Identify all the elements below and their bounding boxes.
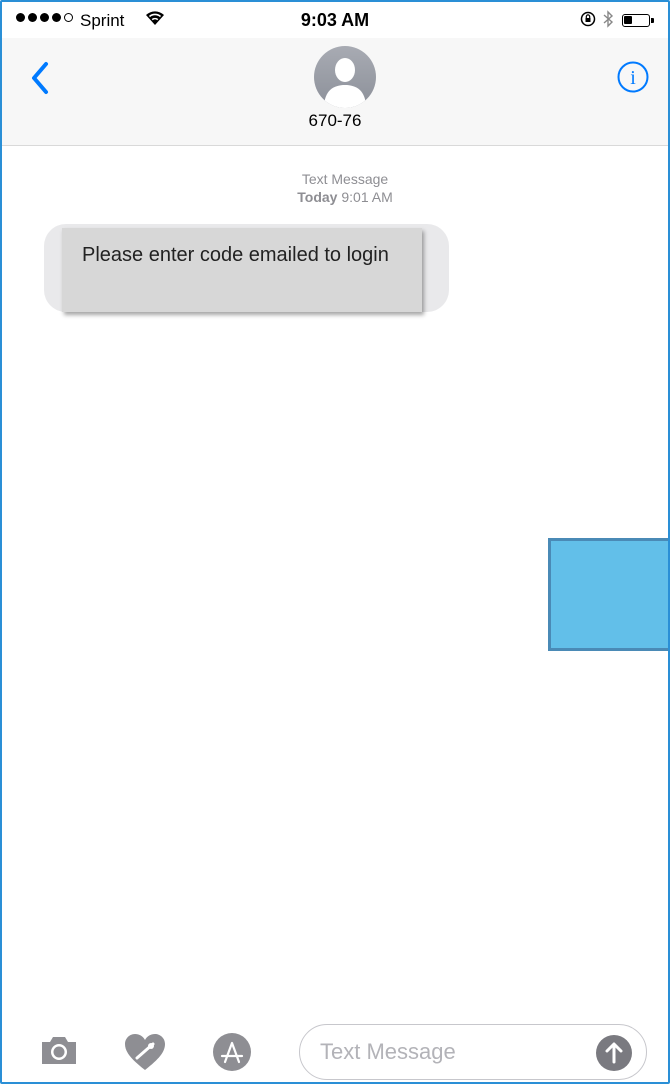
send-arrow-icon [605,1042,623,1064]
message-timestamp-header: Text Message Today 9:01 AM [2,170,668,206]
chevron-left-icon[interactable] [26,58,56,98]
message-text: Please enter code emailed to login [62,228,422,312]
status-time: 9:03 AM [300,10,370,30]
overlay-block [548,538,668,651]
person-silhouette-icon [324,58,366,108]
status-bar: Sprint 9:03 AM [2,2,668,38]
battery-icon [622,14,650,27]
compose-bar [2,1012,668,1082]
day-label: Today [297,189,338,205]
service-label: Text Message [301,171,389,187]
camera-icon[interactable] [40,1034,78,1066]
timestamp-line: Today 9:01 AM [2,188,668,206]
app-store-icon[interactable] [212,1032,252,1072]
message-input[interactable] [320,1035,590,1069]
send-button[interactable] [596,1035,632,1071]
svg-text:i: i [630,67,636,89]
info-icon[interactable]: i [616,60,650,94]
time-label: 9:01 AM [341,189,393,205]
battery-level [624,16,632,24]
rotation-lock-icon [580,11,596,27]
digital-touch-heart-icon[interactable] [123,1032,167,1072]
phone-screen: Sprint 9:03 AM 670-76 i Text Message Tod… [0,0,670,1084]
bluetooth-icon [603,10,614,28]
message-input-field[interactable] [299,1024,647,1080]
contact-avatar[interactable] [314,46,376,108]
conversation-header: 670-76 i [2,38,668,146]
battery-nub [651,18,654,23]
contact-name[interactable]: 670-76 [2,111,668,131]
